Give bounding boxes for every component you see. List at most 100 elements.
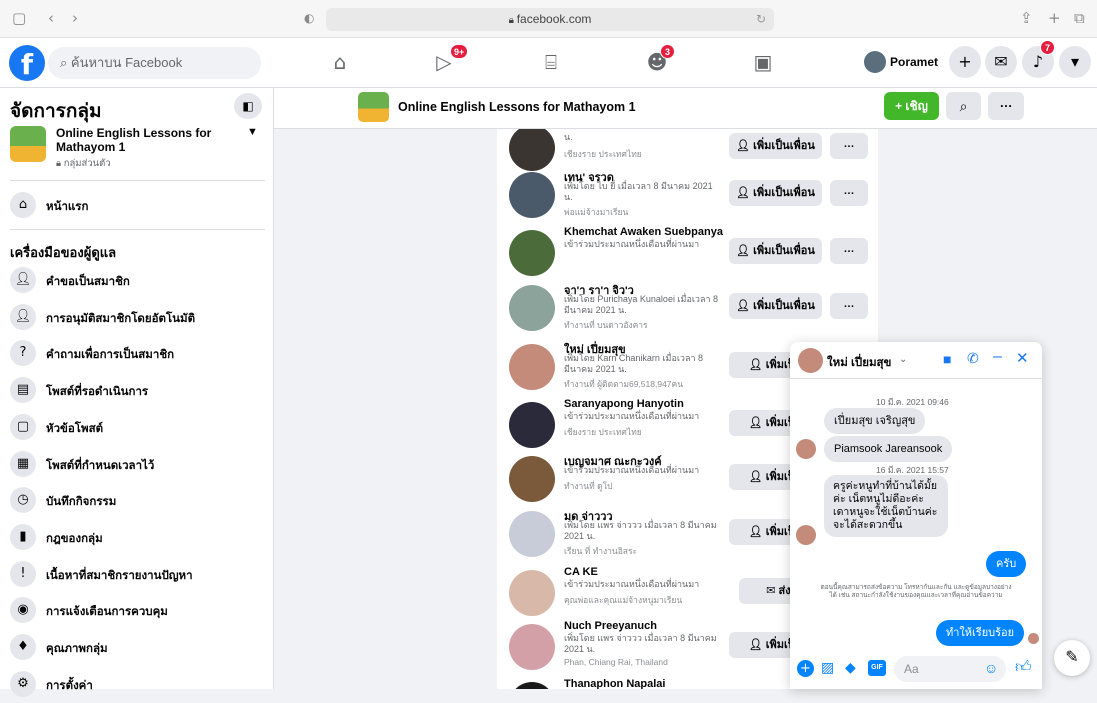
member-avatar[interactable] — [509, 230, 555, 276]
button-label: เพิ่มเป็นเพื่อน — [753, 245, 815, 257]
sidebar-item-alert[interactable]: ◉ การแจ้งเตือนการควบคุม — [10, 595, 265, 629]
member-name[interactable]: Saranyapong Hanyotin — [564, 398, 684, 410]
chat-avatar[interactable] — [798, 348, 823, 373]
group-header-title[interactable]: Online English Lessons for Mathayom 1 — [398, 100, 636, 114]
member-avatar[interactable] — [509, 570, 555, 616]
sidebar-item-question[interactable]: ? คำถามเพื่อการเป็นสมาชิก — [10, 338, 265, 372]
sidebar-item-label: หน้าแรก — [46, 201, 89, 213]
tabs-icon[interactable]: ⧉ — [1074, 9, 1085, 27]
like-icon[interactable]: 👍︎ — [1015, 658, 1032, 677]
gaming-icon[interactable]: ▣ — [750, 50, 776, 74]
search-placeholder: ค้นหาบน Facebook — [70, 55, 183, 70]
minimize-icon[interactable]: – — [993, 348, 1002, 366]
button-label: เพิ่มเป็นเพื่อน — [753, 300, 815, 312]
sidebar-item-settings[interactable]: ⚙ การตั้งค่า — [10, 669, 265, 703]
avatar — [864, 51, 886, 73]
invite-button[interactable]: + เชิญ — [884, 92, 939, 120]
add-attachment-icon[interactable]: + — [797, 660, 814, 677]
member-avatar[interactable] — [509, 129, 555, 171]
browser-toolbar: ▢ ‹ › ◐ 🔒︎ facebook.com ↻ ⇪ + ⧉ — [0, 0, 1097, 38]
forward-icon[interactable]: › — [72, 9, 78, 27]
member-avatar[interactable] — [509, 511, 555, 557]
home-icon[interactable]: ⌂ — [327, 50, 353, 74]
sidebar-item-report[interactable]: ! เนื้อหาที่สมาชิกรายงานปัญหา — [10, 559, 265, 593]
facebook-logo-icon[interactable]: f — [9, 45, 45, 81]
add-friend-icon: 👤︎ — [748, 471, 766, 483]
more-options-icon[interactable]: … — [830, 180, 868, 206]
sidebar-item-user-plus[interactable]: 👤︎ คำขอเป็นสมาชิก — [10, 265, 265, 299]
video-call-icon[interactable]: ■ — [943, 351, 951, 367]
new-message-icon[interactable]: ✎ — [1054, 640, 1090, 676]
add-friend-icon: 👤︎ — [736, 300, 754, 312]
member-avatar[interactable] — [509, 344, 555, 390]
privacy-shield-icon[interactable]: ◐ — [304, 9, 314, 27]
calendar-icon: ▦ — [10, 450, 36, 477]
sidebar-item-pending-post[interactable]: ▤ โพสต์ที่รอดำเนินการ — [10, 375, 265, 409]
question-icon: ? — [10, 340, 36, 367]
address-bar[interactable]: 🔒︎ facebook.com ↻ — [326, 8, 774, 31]
sidebar-item-quality[interactable]: ♦ คุณภาพกลุ่ม — [10, 632, 265, 666]
member-name[interactable]: Thanaphon Napalai — [564, 678, 665, 689]
new-tab-icon[interactable]: + — [1048, 9, 1061, 27]
sidebar-item-topic[interactable]: ▢ หัวข้อโพสต์ — [10, 412, 265, 446]
group-card[interactable]: Online English Lessons for Mathayom 1 🔒︎… — [10, 126, 265, 172]
add-friend-button[interactable]: 👤︎ เพิ่มเป็นเพื่อน — [729, 293, 822, 319]
group-switch-icon[interactable]: ▼ — [247, 126, 258, 138]
back-icon[interactable]: ‹ — [48, 9, 54, 27]
add-friend-button[interactable]: 👤︎ เพิ่มเป็นเพื่อน — [729, 133, 822, 159]
member-avatar[interactable] — [509, 172, 555, 218]
member-detail: เรียน ที่ ทำงานอิสระ — [564, 546, 638, 556]
sidebar-item-calendar[interactable]: ▦ โพสต์ที่กำหนดเวลาไว้ — [10, 449, 265, 483]
photo-icon[interactable]: ▨ — [821, 659, 834, 676]
sidebar-item-book[interactable]: ▮ กฎของกลุ่ม — [10, 522, 265, 556]
add-friend-icon: 👤︎ — [736, 140, 754, 152]
collapse-sidebar-icon[interactable]: ◧ — [234, 93, 262, 119]
message-input[interactable]: Aa ☺ — [894, 656, 1006, 682]
more-options-icon[interactable]: … — [830, 238, 868, 264]
member-name[interactable]: Nuch Preeyanuch — [564, 620, 657, 632]
search-input[interactable]: ⌕ ค้นหาบน Facebook — [48, 47, 261, 79]
member-joined-info: เพิ่มโดย Purichaya Kunaloei เมื่อเวลา 8 … — [564, 294, 719, 315]
reload-icon[interactable]: ↻ — [756, 8, 766, 31]
member-joined-info: เพิ่มโดย Karn Chanikarn เมื่อเวลา 8 มีนา… — [564, 353, 704, 374]
add-friend-button[interactable]: 👤︎ เพิ่มเป็นเพื่อน — [729, 180, 822, 206]
sidebar-item-home[interactable]: ⌂ หน้าแรก — [10, 190, 265, 224]
sidebar-item-label: หัวข้อโพสต์ — [46, 422, 104, 435]
group-more-icon[interactable]: … — [988, 92, 1024, 120]
member-avatar[interactable] — [509, 456, 555, 502]
create-icon[interactable]: + — [949, 46, 981, 78]
chevron-down-icon[interactable]: ⌄ — [899, 354, 907, 365]
profile-chip[interactable]: Poramet — [862, 49, 940, 75]
emoji-icon[interactable]: ☺ — [984, 660, 998, 676]
add-friend-button[interactable]: 👤︎ เพิ่มเป็นเพื่อน — [729, 238, 822, 264]
chat-name[interactable]: ใหม่ เปี่ยมสุข — [827, 354, 891, 372]
more-options-icon[interactable]: … — [830, 293, 868, 319]
member-avatar[interactable] — [509, 402, 555, 448]
member-name[interactable]: เพิ่มโดย ไบ ยี่ เมื่อเวลา 8 มีนาคม 2021 … — [564, 129, 719, 143]
sidebar-item-user-check[interactable]: 👤︎ การอนุมัติสมาชิกโดยอัตโนมัติ — [10, 302, 265, 336]
more-options-icon[interactable]: … — [830, 133, 868, 159]
add-friend-icon: 👤︎ — [736, 187, 754, 199]
member-name[interactable]: CA KE — [564, 566, 598, 578]
close-icon[interactable]: ✕ — [1016, 349, 1029, 367]
sticker-icon[interactable]: ◆ — [845, 659, 856, 676]
gif-icon[interactable]: GIF — [868, 660, 886, 676]
sidebar-item-label: คำถามเพื่อการเป็นสมาชิก — [46, 349, 175, 362]
group-header-thumbnail[interactable] — [358, 92, 389, 122]
share-icon[interactable]: ⇪ — [1020, 9, 1033, 27]
sidebar-toggle-icon[interactable]: ▢ — [12, 9, 26, 27]
account-menu-icon[interactable]: ▾ — [1059, 46, 1091, 78]
member-avatar[interactable] — [509, 624, 555, 670]
member-name[interactable]: Khemchat Awaken Suebpanya — [564, 226, 723, 238]
member-avatar[interactable] — [509, 285, 555, 331]
url-text: facebook.com — [516, 12, 592, 26]
member-row: Khemchat Awaken Suebpanya เข้าร่วมประมาณห… — [497, 226, 878, 282]
messenger-icon[interactable]: ✉ — [985, 46, 1017, 78]
voice-call-icon[interactable]: ✆ — [967, 350, 979, 367]
button-label: เพิ่มเป็นเพื่อน — [753, 187, 815, 199]
group-search-icon[interactable]: ⌕ — [946, 92, 981, 120]
member-detail: เชียงราย ประเทศไทย — [564, 427, 642, 437]
member-avatar[interactable] — [509, 682, 555, 689]
sidebar-item-clock[interactable]: ◷ บันทึกกิจกรรม — [10, 485, 265, 519]
marketplace-icon[interactable]: ⌸ — [538, 50, 564, 74]
